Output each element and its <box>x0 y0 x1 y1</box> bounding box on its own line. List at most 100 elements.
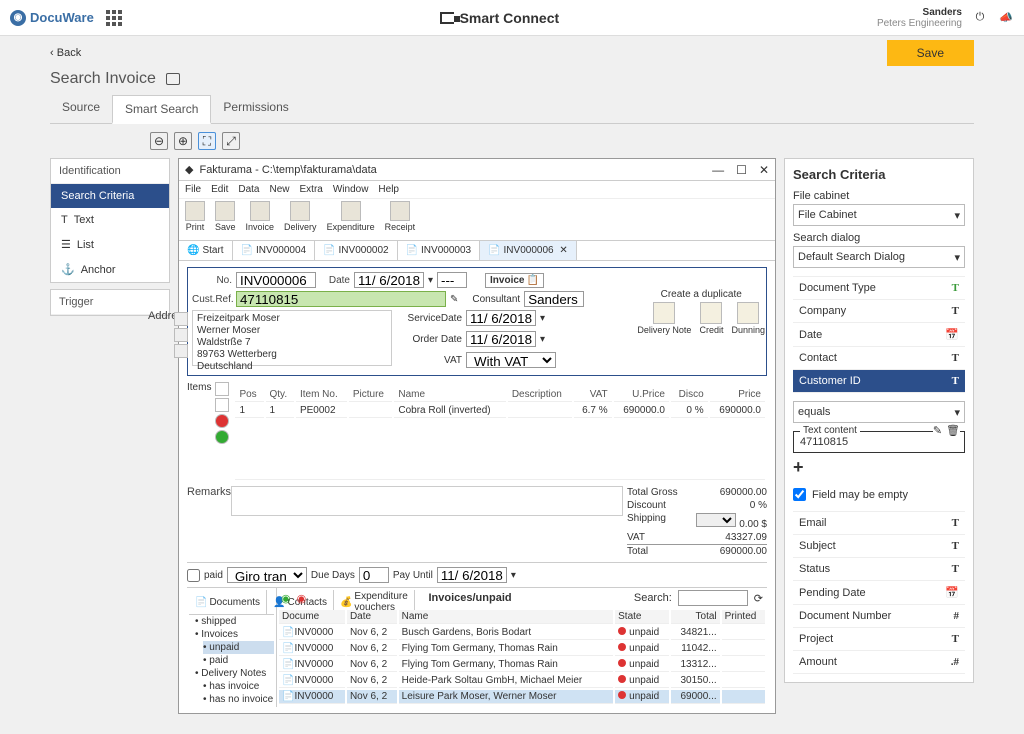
announcements-icon[interactable]: 📣 <box>998 10 1014 26</box>
nav-search-criteria[interactable]: Search Criteria <box>51 184 169 208</box>
tool-invoice[interactable]: Invoice <box>246 201 275 238</box>
table-row[interactable]: 📄INV0000Nov 6, 2Heide-Park Soltau GmbH, … <box>279 674 765 688</box>
field-empty-checkbox[interactable] <box>793 488 806 501</box>
zoom-in-icon[interactable]: ⊕ <box>174 132 192 150</box>
doc-tab-3[interactable]: 📄INV000003 <box>398 241 481 260</box>
dup-credit[interactable]: Credit <box>699 302 723 335</box>
no-input[interactable] <box>236 272 316 288</box>
chevron-down-icon[interactable]: ▾ <box>511 570 516 581</box>
due-input[interactable] <box>359 567 389 583</box>
field-email[interactable]: EmailT <box>793 512 965 535</box>
item-add-icon[interactable] <box>215 382 229 396</box>
new-doc-icon[interactable]: ◉ <box>281 592 291 605</box>
table-row[interactable]: 📄INV0000Nov 6, 2Leisure Park Moser, Wern… <box>279 690 765 704</box>
bt-tab-documents[interactable]: 📄Documents <box>189 590 267 614</box>
field-project[interactable]: ProjectT <box>793 628 965 651</box>
tab-permissions[interactable]: Permissions <box>211 94 300 123</box>
table-row[interactable]: 📄INV0000Nov 6, 2Flying Tom Germany, Thom… <box>279 658 765 672</box>
delete-doc-icon[interactable]: ◉ <box>297 592 307 605</box>
tree-unpaid[interactable]: • unpaid <box>203 641 274 654</box>
addr-tool-3[interactable] <box>174 344 188 358</box>
field-document-number[interactable]: Document Number# <box>793 605 965 628</box>
servicedate-input[interactable] <box>466 310 536 326</box>
chevron-down-icon[interactable]: ▾ <box>540 334 545 345</box>
field-contact[interactable]: ContactT <box>793 347 965 370</box>
search-dialog-select[interactable]: Default Search Dialog▾ <box>793 246 965 268</box>
maximize-icon[interactable]: ☐ <box>736 163 747 177</box>
addr-tool-1[interactable] <box>174 312 188 326</box>
field-status[interactable]: StatusT <box>793 558 965 581</box>
shipping-select[interactable] <box>696 513 736 527</box>
item-down-icon[interactable] <box>215 430 229 444</box>
chevron-down-icon[interactable]: ▾ <box>540 313 545 324</box>
date-input[interactable] <box>354 272 424 288</box>
tool-expenditure[interactable]: Expenditure <box>327 201 375 238</box>
payuntil-input[interactable] <box>437 567 507 583</box>
nav-anchor[interactable]: ⚓Anchor <box>51 257 169 282</box>
remarks-input[interactable] <box>231 486 623 516</box>
vat-select[interactable]: With VAT <box>466 352 556 368</box>
field-document-type[interactable]: Document TypeT <box>793 277 965 300</box>
nav-list[interactable]: ☰List <box>51 232 169 257</box>
comment-icon[interactable] <box>166 73 180 85</box>
menu-new[interactable]: New <box>269 184 289 195</box>
custref-input[interactable] <box>236 291 446 307</box>
field-pending-date[interactable]: Pending Date📅 <box>793 581 965 605</box>
field-amount[interactable]: Amount.# <box>793 651 965 674</box>
dup-dunning[interactable]: Dunning <box>731 302 765 335</box>
tool-receipt[interactable]: Receipt <box>385 201 416 238</box>
tool-print[interactable]: Print <box>185 201 205 238</box>
field-date[interactable]: Date📅 <box>793 323 965 347</box>
tab-source[interactable]: Source <box>50 94 112 123</box>
power-icon[interactable]: ⏻ <box>972 10 988 26</box>
save-button[interactable]: Save <box>887 40 974 66</box>
doc-tab-1[interactable]: 📄INV000004 <box>233 241 316 260</box>
actual-size-icon[interactable]: ⤢ <box>222 132 240 150</box>
edit-icon[interactable]: ✎ <box>450 294 458 305</box>
item-up-icon[interactable] <box>215 414 229 428</box>
dup-delivery-note[interactable]: Delivery Note <box>637 302 691 335</box>
field-customer-id[interactable]: Customer IDT <box>793 370 965 393</box>
doc-tab-2[interactable]: 📄INV000002 <box>315 241 398 260</box>
menu-window[interactable]: Window <box>333 184 369 195</box>
edit-icon[interactable]: ✎ <box>933 424 942 437</box>
tree-invoices[interactable]: • Invoices <box>195 628 274 641</box>
item-edit-icon[interactable] <box>215 398 229 412</box>
tree-delivery-notes[interactable]: • Delivery Notes <box>195 667 274 680</box>
menu-data[interactable]: Data <box>238 184 259 195</box>
field-subject[interactable]: SubjectT <box>793 535 965 558</box>
tree-paid[interactable]: • paid <box>203 654 274 667</box>
apps-menu-icon[interactable] <box>106 10 122 26</box>
paid-checkbox[interactable] <box>187 569 200 582</box>
consultant-input[interactable] <box>524 291 584 307</box>
addr-tool-2[interactable] <box>174 328 188 342</box>
date-picker-icon[interactable]: ▾ <box>428 275 433 286</box>
tool-delivery[interactable]: Delivery <box>284 201 317 238</box>
menu-file[interactable]: File <box>185 184 201 195</box>
tree-shipped[interactable]: • shipped <box>195 615 274 628</box>
pay-method-select[interactable]: Giro transfer <box>227 567 307 583</box>
extra-input[interactable] <box>437 272 467 288</box>
table-row[interactable]: 📄INV0000Nov 6, 2Flying Tom Germany, Thom… <box>279 642 765 656</box>
delete-icon[interactable]: 🗑 <box>946 424 960 437</box>
refresh-icon[interactable]: ⟳ <box>754 592 763 605</box>
field-company[interactable]: CompanyT <box>793 300 965 323</box>
operator-select[interactable]: equals▾ <box>793 401 965 423</box>
back-button[interactable]: ‹ Back <box>50 47 81 59</box>
menu-help[interactable]: Help <box>378 184 399 195</box>
tree-has-invoice[interactable]: • has invoice <box>203 680 274 693</box>
menu-edit[interactable]: Edit <box>211 184 228 195</box>
address-box[interactable]: Freizeitpark Moser Werner Moser Waldstrß… <box>192 310 392 366</box>
minimize-icon[interactable]: — <box>712 163 724 177</box>
orderdate-input[interactable] <box>466 331 536 347</box>
tool-save[interactable]: Save <box>215 201 236 238</box>
doc-tab-4[interactable]: 📄INV000006 ✕ <box>480 241 577 260</box>
item-row[interactable]: 11PE0002Cobra Roll (inverted)6.7 %690000… <box>235 404 765 418</box>
fit-screen-icon[interactable]: ⛶ <box>198 132 216 150</box>
doc-tab-start[interactable]: 🌐Start <box>179 241 233 260</box>
add-criterion-button[interactable]: + <box>793 457 965 478</box>
table-row[interactable]: 📄INV0000Nov 6, 2Busch Gardens, Boris Bod… <box>279 626 765 640</box>
nav-text[interactable]: TText <box>51 208 169 232</box>
close-icon[interactable]: ✕ <box>759 163 769 177</box>
file-cabinet-select[interactable]: File Cabinet▾ <box>793 204 965 226</box>
